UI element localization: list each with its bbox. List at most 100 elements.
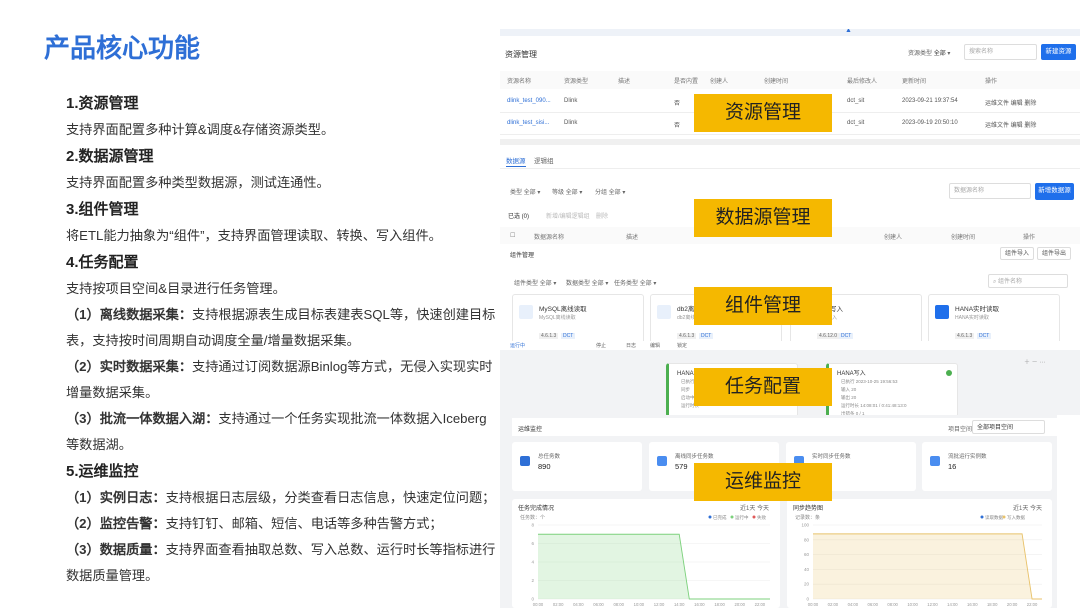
node-info-line: 输入 20 — [841, 387, 857, 392]
task-toolbar-item[interactable]: 锁定 — [677, 342, 687, 349]
feature-line: 支持界面配置多种计算&调度&存储资源类型。 — [66, 117, 498, 143]
feature-line: 支持按项目空间&目录进行任务管理。 — [66, 276, 498, 302]
resource-ops[interactable]: 运维文件 编辑 删除 — [985, 98, 1036, 107]
y-tick-label: 4 — [531, 560, 534, 565]
x-tick-label: 16:00 — [694, 602, 705, 607]
feature-line: （1）实例日志：支持根据日志层级，分类查看日志信息，快速定位问题； — [66, 485, 498, 511]
feature-heading: 1.资源管理 — [66, 95, 139, 112]
resource-modifier: dct_sit — [847, 98, 865, 104]
page-title: 产品核心功能 — [44, 33, 201, 63]
ds-filter-level-label: 等级 全部 — [552, 190, 578, 196]
legend-marker — [752, 515, 756, 519]
x-tick-label: 22:00 — [755, 602, 766, 607]
feature-line-bold: （3）批流一体数据入湖： — [66, 411, 219, 426]
component-search-placeholder: 组件名称 — [998, 279, 1023, 285]
comp-filter-1-label: 组件类型 全部 — [514, 281, 552, 287]
tab-datasource[interactable]: 数据源 — [506, 155, 526, 165]
component-export-button[interactable]: 组件导出 — [1037, 247, 1071, 260]
component-tag: DCT — [839, 333, 854, 339]
resource-type: Dlink — [564, 120, 578, 126]
comp-filter-1[interactable]: 组件类型 全部 ▾ — [514, 278, 556, 287]
selected-count: 已选 (0) — [508, 214, 530, 220]
stat-icon — [520, 456, 530, 466]
resource-col-header: 创建人 — [710, 79, 729, 85]
tab-logic-group[interactable]: 逻辑组 — [534, 155, 554, 165]
x-tick-label: 04:00 — [573, 602, 584, 607]
resource-updated: 2023-09-19 20:50:10 — [902, 120, 958, 126]
y-tick-label: 20 — [804, 582, 810, 587]
comp-filter-3[interactable]: 任务类型 全部 ▾ — [614, 278, 656, 287]
ds-filter-level[interactable]: 等级 全部 ▾ — [552, 187, 582, 196]
resource-name-link[interactable]: dlink_test_090... — [507, 98, 551, 104]
task-toolbar-item[interactable]: 编辑 — [650, 342, 660, 349]
component-name: MySQL离线读取 — [539, 306, 587, 313]
x-tick-label: 06:00 — [593, 602, 604, 607]
component-search-input[interactable]: ⌕ 组件名称 — [988, 274, 1068, 288]
x-tick-label: 14:00 — [674, 602, 685, 607]
component-title: 组件管理 — [510, 253, 535, 259]
new-resource-button[interactable]: 新建资源 — [1041, 44, 1076, 60]
resource-col-header: 创建时间 — [764, 79, 789, 85]
legend-marker — [980, 515, 984, 519]
feature-heading: 4.任务配置 — [66, 254, 139, 271]
task-toolbar-item[interactable]: 停止 — [596, 342, 606, 349]
stat-icon — [930, 456, 940, 466]
ds-filter-type[interactable]: 类型 全部 ▾ — [510, 187, 540, 196]
stat-icon — [657, 456, 667, 466]
node-info-line: 已执行 2023-10-25 19:56:53 — [841, 379, 898, 384]
divider — [500, 168, 1080, 169]
feature-line: （2）实时数据采集：支持通过订阅数据源Binlog等方式，无侵入实现实时增量数据… — [66, 354, 498, 406]
x-tick-label: 08:00 — [887, 602, 898, 607]
stat-label: 实时同步任务数 — [812, 454, 851, 460]
ds-col-created: 创建时间 — [951, 235, 976, 241]
ds-checkbox[interactable]: ☐ — [510, 232, 515, 239]
y-tick-label: 0 — [531, 597, 534, 602]
component-import-button[interactable]: 组件导入 — [1000, 247, 1034, 260]
task-toolbar-item[interactable]: 运行中 — [510, 342, 525, 349]
feature-line: （3）数据质量：支持界面查看抽取总数、写入总数、运行时长等指标进行数据质量管理。 — [66, 537, 498, 589]
ds-search-input[interactable]: 数据源名称 — [949, 183, 1031, 199]
top-strip — [500, 29, 1080, 36]
x-tick-label: 20:00 — [734, 602, 745, 607]
resource-col-header: 资源类型 — [564, 79, 589, 85]
y-tick-label: 0 — [806, 597, 809, 602]
resource-search-input[interactable]: 搜索名称 — [964, 44, 1037, 60]
feature-line-bold: （3）数据质量： — [66, 542, 166, 557]
x-tick-label: 06:00 — [867, 602, 878, 607]
resource-type-filter[interactable]: 资源类型 全部 ▾ — [908, 48, 950, 57]
y-tick-label: 60 — [804, 552, 810, 557]
feature-line-bold: （2）实时数据采集： — [66, 359, 193, 374]
component-logo-icon — [935, 305, 949, 319]
component-card[interactable]: MySQL离线读取 MySQL离线读取 4.6.1.3 DCT — [512, 294, 644, 344]
filter-value: 全部 — [933, 51, 946, 57]
task-toolbar-item[interactable]: 日志 — [626, 342, 636, 349]
component-logo-icon — [657, 305, 671, 319]
feature-line-bold: （1）实例日志： — [66, 490, 166, 505]
component-version: 4.6.12.0 — [817, 333, 840, 339]
x-tick-label: 14:00 — [947, 602, 958, 607]
component-card[interactable]: HANA实时读取 HANA实时读取 4.6.1.3 DCT — [928, 294, 1060, 344]
resource-table-header: 资源名称 资源类型 描述 是否内置 创建人 创建时间 最后修改人 更新时间 操作 — [500, 71, 1080, 89]
stat-value: 16 — [948, 462, 957, 471]
resource-name-link[interactable]: dlink_test_sisi... — [507, 120, 549, 126]
overlay-resource: 资源管理 — [694, 94, 832, 132]
chart2-svg: 记录数：条 读取数据 写入数据 0 20 40 60 80 100 00:00 02:00 04:00… — [795, 514, 1043, 607]
feature-line: 将ETL能力抽象为“组件”，支持界面管理读取、转换、写入组件。 — [66, 223, 498, 249]
comp-filter-2[interactable]: 数据类型 全部 ▾ — [566, 278, 608, 287]
batch-delete-button[interactable]: 删除 — [596, 211, 608, 220]
feature-line-bold: （1）离线数据采集： — [66, 307, 193, 322]
ds-filter-group[interactable]: 分组 全部 ▾ — [595, 187, 625, 196]
series-area — [538, 534, 770, 599]
new-datasource-button[interactable]: 新增数据源 — [1035, 183, 1074, 200]
component-sub: MySQL离线读取 — [539, 315, 576, 321]
zoom-controls[interactable]: ＋ － ⋯ — [1024, 357, 1045, 366]
feature-line-text: 将ETL能力抽象为“组件”，支持界面管理读取、转换、写入组件。 — [66, 228, 442, 243]
sync-trend-chart: 同步趋势图 近1天 今天 记录数：条 读取数据 写入数据 0 20 40 60 80 100 00… — [787, 499, 1052, 608]
feature-heading: 2.数据源管理 — [66, 148, 154, 165]
feature-heading: 5.运维监控 — [66, 463, 139, 480]
resource-ops[interactable]: 运维文件 编辑 删除 — [985, 120, 1036, 129]
batch-edit-button[interactable]: 新增/编辑逻辑组 — [546, 211, 590, 220]
resource-modifier: dct_sit — [847, 120, 865, 126]
project-select[interactable]: 全部项目空间 — [972, 420, 1045, 434]
task-node-write[interactable]: HANA写入 已执行 2023-10-25 19:56:53 输入 20 输出 20… — [826, 363, 958, 415]
